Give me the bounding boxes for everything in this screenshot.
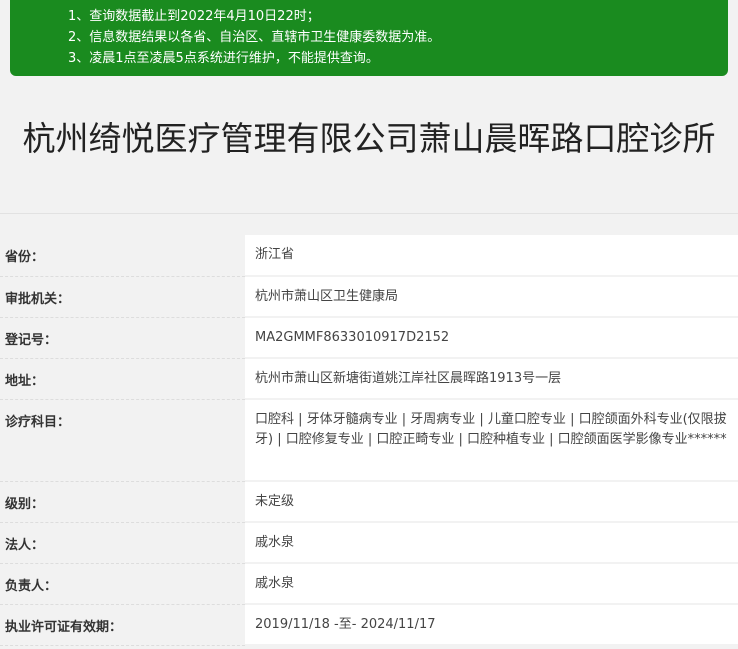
row-label-license-validity: 执业许可证有效期：	[0, 604, 245, 646]
table-row: 法人： 戚水泉	[0, 522, 738, 564]
row-label-level: 级别：	[0, 481, 245, 523]
row-value-address: 杭州市萧山区新塘街道姚江岸社区晨晖路1913号一层	[245, 358, 738, 400]
notice-banner: 1、查询数据截止到2022年4月10日22时； 2、信息数据结果以各省、自治区、…	[10, 0, 728, 76]
row-label-legal-person: 法人：	[0, 522, 245, 564]
row-label-authority: 审批机关：	[0, 276, 245, 318]
notice-line: 3、凌晨1点至凌晨5点系统进行维护，不能提供查询。	[68, 51, 379, 66]
row-value-reg-no: MA2GMMF8633010917D2152	[245, 317, 738, 359]
table-row: 负责人： 戚水泉	[0, 563, 738, 605]
table-row: 执业许可证有效期： 2019/11/18 -至- 2024/11/17	[0, 604, 738, 646]
row-label-province: 省份：	[0, 235, 245, 277]
table-row: 省份： 浙江省	[0, 235, 738, 277]
row-value-level: 未定级	[245, 481, 738, 523]
row-value-authority: 杭州市萧山区卫生健康局	[245, 276, 738, 318]
table-row: 登记号： MA2GMMF8633010917D2152	[0, 317, 738, 359]
table-row: 诊疗科目： 口腔科 | 牙体牙髓病专业 | 牙周病专业 | 儿童口腔专业 | 口…	[0, 399, 738, 482]
table-row: 级别： 未定级	[0, 481, 738, 523]
row-label-reg-no: 登记号：	[0, 317, 245, 359]
page-title: 杭州绮悦医疗管理有限公司萧山晨晖路口腔诊所	[22, 119, 716, 158]
row-value-subjects: 口腔科 | 牙体牙髓病专业 | 牙周病专业 | 儿童口腔专业 | 口腔颌面外科专…	[245, 399, 738, 482]
row-label-address: 地址：	[0, 358, 245, 400]
info-table: 省份： 浙江省 审批机关： 杭州市萧山区卫生健康局 登记号： MA2GMMF86…	[0, 235, 738, 646]
row-value-legal-person: 戚水泉	[245, 522, 738, 564]
row-value-license-validity: 2019/11/18 -至- 2024/11/17	[245, 604, 738, 646]
row-label-principal: 负责人：	[0, 563, 245, 605]
divider	[0, 213, 738, 214]
row-label-subjects: 诊疗科目：	[0, 399, 245, 482]
table-row: 审批机关： 杭州市萧山区卫生健康局	[0, 276, 738, 318]
table-row: 地址： 杭州市萧山区新塘街道姚江岸社区晨晖路1913号一层	[0, 358, 738, 400]
row-value-province: 浙江省	[245, 235, 738, 277]
row-value-principal: 戚水泉	[245, 563, 738, 605]
notice-line: 2、信息数据结果以各省、自治区、直辖市卫生健康委数据为准。	[68, 30, 441, 45]
notice-line: 1、查询数据截止到2022年4月10日22时；	[68, 9, 320, 24]
